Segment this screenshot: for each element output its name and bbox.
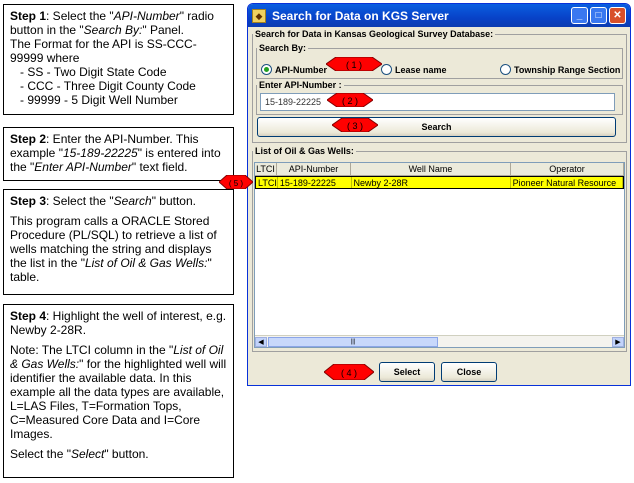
radio-label: API-Number: [275, 64, 328, 75]
step2-em-field: Enter API-Number: [34, 160, 132, 174]
marker-3-label: ( 3 ): [347, 121, 363, 131]
col-ltci[interactable]: LTCI: [255, 163, 277, 176]
radio-icon: [500, 64, 511, 75]
cell-well-name: Newby 2-28R: [352, 177, 511, 188]
scroll-thumb[interactable]: |||: [268, 337, 438, 347]
scroll-right-icon[interactable]: ▶: [612, 337, 624, 347]
col-well-name[interactable]: Well Name: [351, 163, 511, 176]
horizontal-scrollbar[interactable]: ◀ ||| ▶: [255, 335, 624, 347]
step2-text-c: " text field.: [131, 160, 188, 174]
minimize-icon[interactable]: _: [571, 7, 588, 24]
radio-label: Township Range Section: [514, 64, 621, 75]
step4-last-end: " button.: [104, 447, 149, 461]
cell-api: 15-189-22225: [278, 177, 352, 188]
marker-3: ( 3 ): [332, 118, 378, 132]
select-button[interactable]: Select: [379, 362, 435, 382]
marker-4: ( 4 ): [324, 364, 374, 380]
step3-em-search: Search: [113, 194, 152, 208]
marker-1-label: ( 1 ): [346, 60, 362, 70]
step3-text-a: : Select the ": [46, 194, 114, 208]
cell-ltci: LTCI: [258, 177, 278, 188]
step4-last: Select the ": [10, 447, 71, 461]
marker-1: ( 1 ): [326, 57, 382, 71]
step2-heading: Step 2: [10, 132, 47, 146]
marker-2: ( 2 ): [327, 93, 373, 107]
step3-text-b: " button.: [151, 194, 196, 208]
step3-em-list: List of Oil & Gas Wells:: [84, 256, 208, 270]
title-bar[interactable]: ◆ Search for Data on KGS Server _ □ ✕: [248, 4, 630, 27]
step1-format-list: - SS - Two Digit State Code - CCC - Thre…: [10, 65, 227, 107]
step3-heading: Step 3: [10, 194, 47, 208]
step1-em-searchby: Search By:: [83, 23, 143, 37]
step2-note: Step 2: Enter the API-Number. This examp…: [3, 127, 234, 181]
close-icon[interactable]: ✕: [609, 7, 626, 24]
maximize-icon[interactable]: □: [590, 7, 607, 24]
step4-heading: Step 4: [10, 309, 47, 323]
well-table: LTCI API-Number Well Name Operator LTCI …: [254, 162, 625, 348]
marker-5-label: ( 5 ): [229, 179, 244, 188]
search-by-label: Search By:: [259, 43, 307, 53]
marker-4-label: ( 4 ): [341, 368, 357, 378]
step1-em-api: API-Number: [113, 9, 180, 23]
step1-note: Step 1: Select the "API-Number" radio bu…: [3, 4, 234, 115]
step4-para: Note: The LTCI column in the ": [10, 343, 174, 357]
table-row[interactable]: LTCI 15-189-22225 Newby 2-28R Pioneer Na…: [255, 176, 624, 189]
step1-text-c: " Panel.: [142, 23, 184, 37]
step2-em-api: 15-189-22225: [62, 146, 138, 160]
radio-label: Lease name: [395, 64, 447, 75]
api-number-input[interactable]: 15-189-22225: [260, 93, 615, 111]
radio-lease-name[interactable]: Lease name: [381, 64, 447, 75]
radio-api-number[interactable]: API-Number: [261, 64, 327, 75]
scroll-left-icon[interactable]: ◀: [255, 337, 267, 347]
col-api-number[interactable]: API-Number: [277, 163, 351, 176]
marker-5: ( 5 ): [219, 175, 253, 189]
table-header: LTCI API-Number Well Name Operator: [255, 163, 624, 176]
radio-icon: [381, 64, 392, 75]
enter-api-label: Enter API-Number :: [259, 80, 342, 90]
step4-note: Step 4: Highlight the well of interest, …: [3, 304, 234, 478]
format-item: - CCC - Three Digit County Code: [20, 79, 196, 93]
marker-2-label: ( 2 ): [342, 96, 358, 106]
close-button[interactable]: Close: [441, 362, 497, 382]
radio-selected-icon: [261, 64, 272, 75]
step1-heading: Step 1: [10, 9, 47, 23]
cell-operator: Pioneer Natural Resource: [511, 177, 624, 188]
app-icon: ◆: [252, 8, 266, 23]
search-dialog: ◆ Search for Data on KGS Server _ □ ✕ Se…: [247, 3, 631, 386]
search-button[interactable]: Search: [257, 117, 616, 137]
step1-text-a: : Select the ": [46, 9, 114, 23]
step3-note: Step 3: Select the "Search" button. This…: [3, 189, 234, 295]
well-list-title: List of Oil & Gas Wells:: [255, 146, 354, 156]
search-group-title: Search for Data in Kansas Geological Sur…: [255, 29, 494, 39]
format-item: - SS - Two Digit State Code: [20, 65, 167, 79]
format-item: - 99999 - 5 Digit Well Number: [20, 93, 178, 107]
radio-township-range-section[interactable]: Township Range Section: [500, 64, 620, 75]
window-title: Search for Data on KGS Server: [272, 8, 449, 23]
step4-em-select: Select: [70, 447, 105, 461]
col-operator[interactable]: Operator: [511, 163, 624, 176]
step1-format: The Format for the API is SS-CCC-99999 w…: [10, 37, 197, 65]
